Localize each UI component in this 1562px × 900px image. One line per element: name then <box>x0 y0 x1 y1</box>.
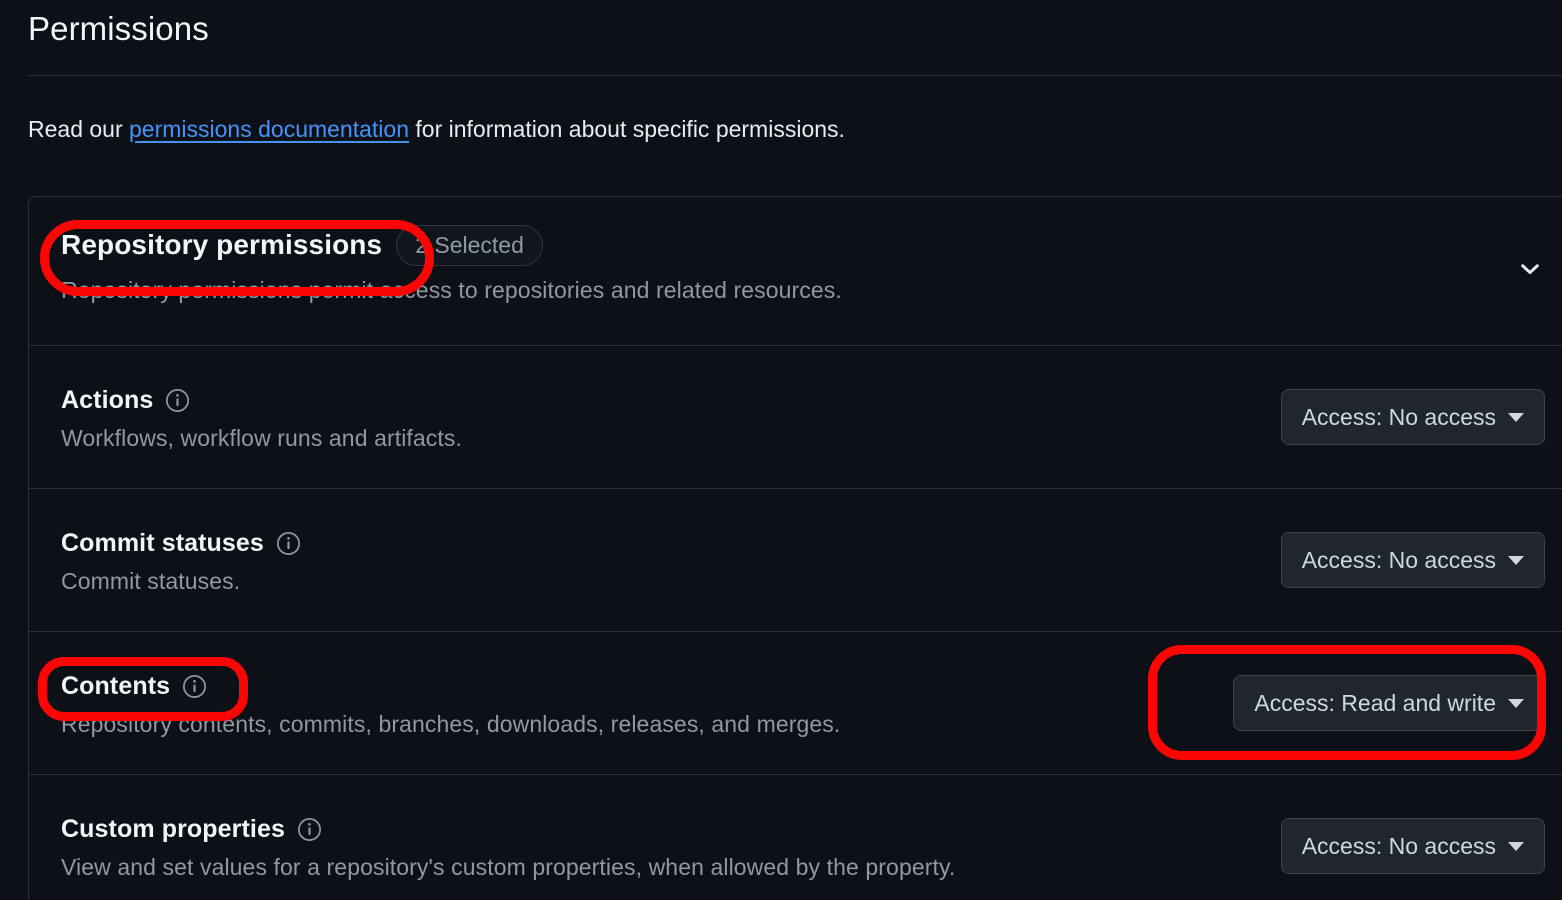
intro-text: Read our permissions documentation for i… <box>28 116 845 143</box>
section-collapse-toggle[interactable] <box>1513 253 1547 287</box>
repository-permissions-panel: Repository permissions 2 Selected Reposi… <box>28 196 1562 900</box>
access-dropdown-label: Access: No access <box>1301 403 1496 430</box>
permission-info: Custom properties View and set values fo… <box>61 811 955 881</box>
caret-down-icon <box>1508 412 1524 422</box>
table-row: Commit statuses Commit statuses. Access:… <box>29 489 1562 631</box>
caret-down-icon <box>1508 841 1524 851</box>
chevron-down-icon <box>1517 256 1543 285</box>
info-icon[interactable] <box>276 531 301 556</box>
permission-description: Repository contents, commits, branches, … <box>61 711 841 737</box>
intro-suffix: for information about specific permissio… <box>409 116 845 142</box>
access-dropdown-commit-statuses[interactable]: Access: No access <box>1280 532 1545 588</box>
access-dropdown-label: Access: No access <box>1301 546 1496 573</box>
access-dropdown-actions[interactable]: Access: No access <box>1280 389 1545 445</box>
title-divider <box>28 75 1562 76</box>
table-row: Actions Workflows, workflow runs and art… <box>29 346 1562 488</box>
permission-name: Contents <box>61 671 171 700</box>
permission-description: View and set values for a repository's c… <box>61 854 956 880</box>
permission-description: Commit statuses. <box>61 568 241 594</box>
section-header-repository-permissions[interactable]: Repository permissions 2 Selected Reposi… <box>29 197 1562 345</box>
access-dropdown-contents[interactable]: Access: Read and write <box>1233 675 1545 731</box>
caret-down-icon <box>1508 698 1524 708</box>
page-title: Permissions <box>28 10 209 47</box>
permission-name-row: Commit statuses <box>61 525 301 561</box>
info-icon[interactable] <box>182 674 207 699</box>
info-icon[interactable] <box>297 817 322 842</box>
intro-prefix: Read our <box>28 116 130 142</box>
caret-down-icon <box>1508 555 1524 565</box>
info-icon[interactable] <box>165 388 190 413</box>
permission-name-row: Contents <box>61 668 840 704</box>
permission-info: Commit statuses Commit statuses. <box>61 525 301 595</box>
section-title: Repository permissions <box>61 229 383 260</box>
permissions-documentation-link[interactable]: permissions documentation <box>129 116 409 142</box>
section-title-row: Repository permissions 2 Selected <box>61 223 1549 267</box>
table-row: Contents Repository contents, commits, b… <box>29 632 1562 774</box>
selected-counter-badge: 2 Selected <box>396 224 543 266</box>
permission-name-row: Actions <box>61 382 462 418</box>
permission-name: Custom properties <box>61 814 285 843</box>
permission-description: Workflows, workflow runs and artifacts. <box>61 425 462 451</box>
permission-info: Actions Workflows, workflow runs and art… <box>61 382 462 452</box>
table-row: Custom properties View and set values fo… <box>29 775 1562 900</box>
permissions-page: Permissions Read our permissions documen… <box>0 0 1562 900</box>
permission-name-row: Custom properties <box>61 811 955 847</box>
permission-name: Actions <box>61 385 154 414</box>
access-dropdown-label: Access: Read and write <box>1254 689 1496 716</box>
permission-name: Commit statuses <box>61 528 264 557</box>
permission-info: Contents Repository contents, commits, b… <box>61 668 840 738</box>
access-dropdown-label: Access: No access <box>1301 832 1496 859</box>
section-description: Repository permissions permit access to … <box>61 277 842 303</box>
access-dropdown-custom-properties[interactable]: Access: No access <box>1280 818 1545 874</box>
